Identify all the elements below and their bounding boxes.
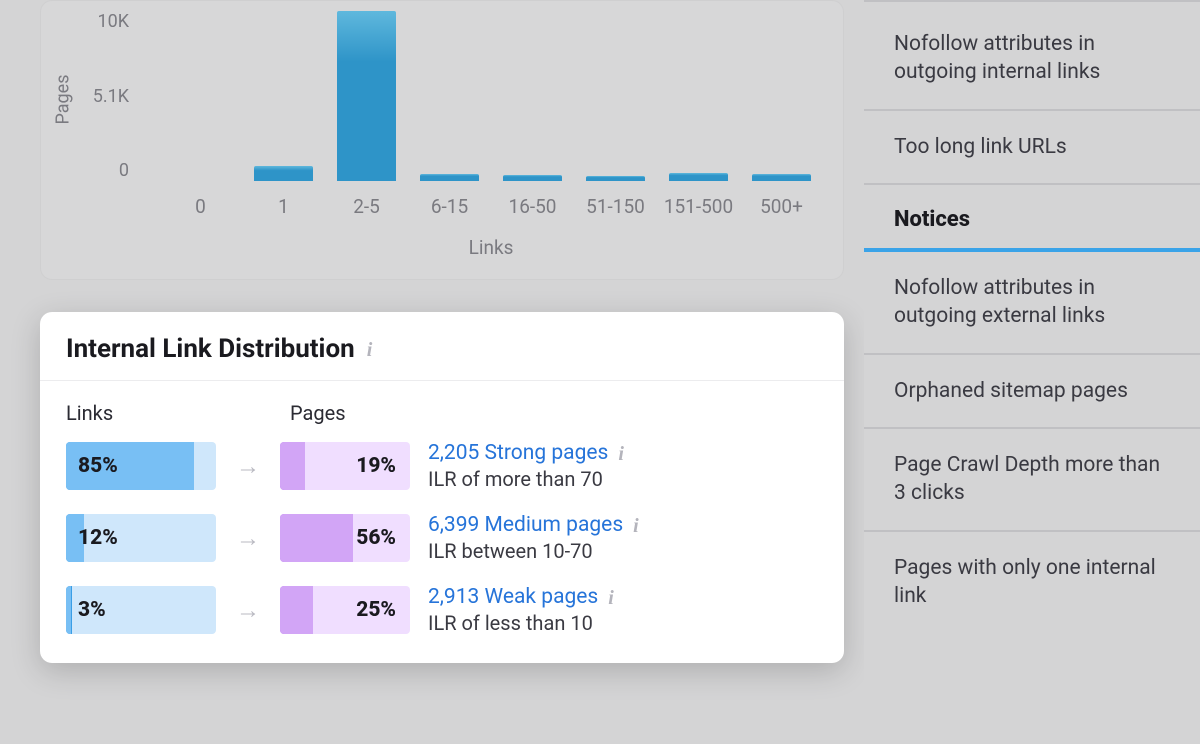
x-tick: 1 [242, 195, 325, 218]
sidebar-heading-notices: Notices [864, 185, 1200, 252]
distribution-row: 12% → 56% 6,399 Medium pages i ILR between 10… [66, 513, 818, 563]
x-axis-label: Links [159, 236, 823, 259]
y-tick: 10K [97, 11, 129, 32]
x-tick: 16-50 [491, 195, 574, 218]
page-group-subtext: ILR of more than 70 [428, 467, 818, 491]
page-group-subtext: ILR of less than 10 [428, 611, 818, 635]
bar[interactable] [159, 11, 242, 181]
info-icon[interactable]: i [618, 444, 636, 462]
page-group-subtext: ILR between 10-70 [428, 539, 818, 563]
y-tick: 5.1K [93, 86, 129, 107]
sidebar-item[interactable]: Nofollow attributes in outgoing internal… [864, 0, 1200, 111]
page-group-link[interactable]: 2,205 Strong pages [428, 441, 608, 465]
y-axis-ticks: 10K 5.1K 0 [79, 11, 129, 181]
column-header-pages: Pages [290, 401, 430, 425]
y-tick: 0 [119, 160, 129, 181]
bar[interactable] [740, 11, 823, 181]
x-tick: 2-5 [325, 195, 408, 218]
pages-percent-value: 25% [344, 598, 410, 622]
card-title: Internal Link Distribution [66, 334, 355, 364]
sidebar-item[interactable]: Too long link URLs [864, 111, 1200, 185]
issues-sidebar: Nofollow attributes in outgoing internal… [864, 0, 1200, 632]
arrow-right-icon: → [236, 452, 260, 481]
pages-percent-value: 56% [344, 526, 410, 550]
bar[interactable] [574, 11, 657, 181]
bar[interactable] [657, 11, 740, 181]
links-percent-value: 12% [66, 526, 118, 550]
links-percent-bar: 85% [66, 442, 216, 490]
bar[interactable] [491, 11, 574, 181]
column-header-links: Links [66, 401, 226, 425]
y-axis-label: Pages [53, 75, 74, 125]
sidebar-item[interactable]: Nofollow attributes in outgoing external… [864, 252, 1200, 355]
links-pages-bar-chart: Pages 10K 5.1K 0 012-56-1516-5051-150151… [40, 0, 844, 280]
links-percent-value: 85% [66, 454, 118, 478]
distribution-row: 85% → 19% 2,205 Strong pages i ILR of more th… [66, 441, 818, 491]
arrow-right-icon: → [236, 524, 260, 553]
links-percent-value: 3% [66, 598, 106, 622]
sidebar-item[interactable]: Pages with only one internal link [864, 532, 1200, 633]
pages-percent-bar: 56% [280, 514, 410, 562]
x-tick: 151-500 [657, 195, 740, 218]
sidebar-item[interactable]: Page Crawl Depth more than 3 clicks [864, 429, 1200, 532]
links-percent-bar: 12% [66, 514, 216, 562]
bar[interactable] [242, 11, 325, 181]
sidebar-item[interactable]: Orphaned sitemap pages [864, 355, 1200, 429]
internal-link-distribution-card: Internal Link Distribution i Links Pages… [40, 312, 844, 663]
x-tick: 500+ [740, 195, 823, 218]
links-percent-bar: 3% [66, 586, 216, 634]
x-tick: 51-150 [574, 195, 657, 218]
pages-percent-bar: 19% [280, 442, 410, 490]
info-icon[interactable]: i [367, 340, 385, 358]
x-tick: 0 [159, 195, 242, 218]
arrow-right-icon: → [236, 596, 260, 625]
page-group-link[interactable]: 2,913 Weak pages [428, 585, 598, 609]
bar[interactable] [408, 11, 491, 181]
info-icon[interactable]: i [633, 516, 651, 534]
page-group-link[interactable]: 6,399 Medium pages [428, 513, 623, 537]
pages-percent-bar: 25% [280, 586, 410, 634]
x-tick: 6-15 [408, 195, 491, 218]
distribution-row: 3% → 25% 2,913 Weak pages i ILR of less than … [66, 585, 818, 635]
bar[interactable] [325, 11, 408, 181]
info-icon[interactable]: i [608, 588, 626, 606]
pages-percent-value: 19% [344, 454, 410, 478]
